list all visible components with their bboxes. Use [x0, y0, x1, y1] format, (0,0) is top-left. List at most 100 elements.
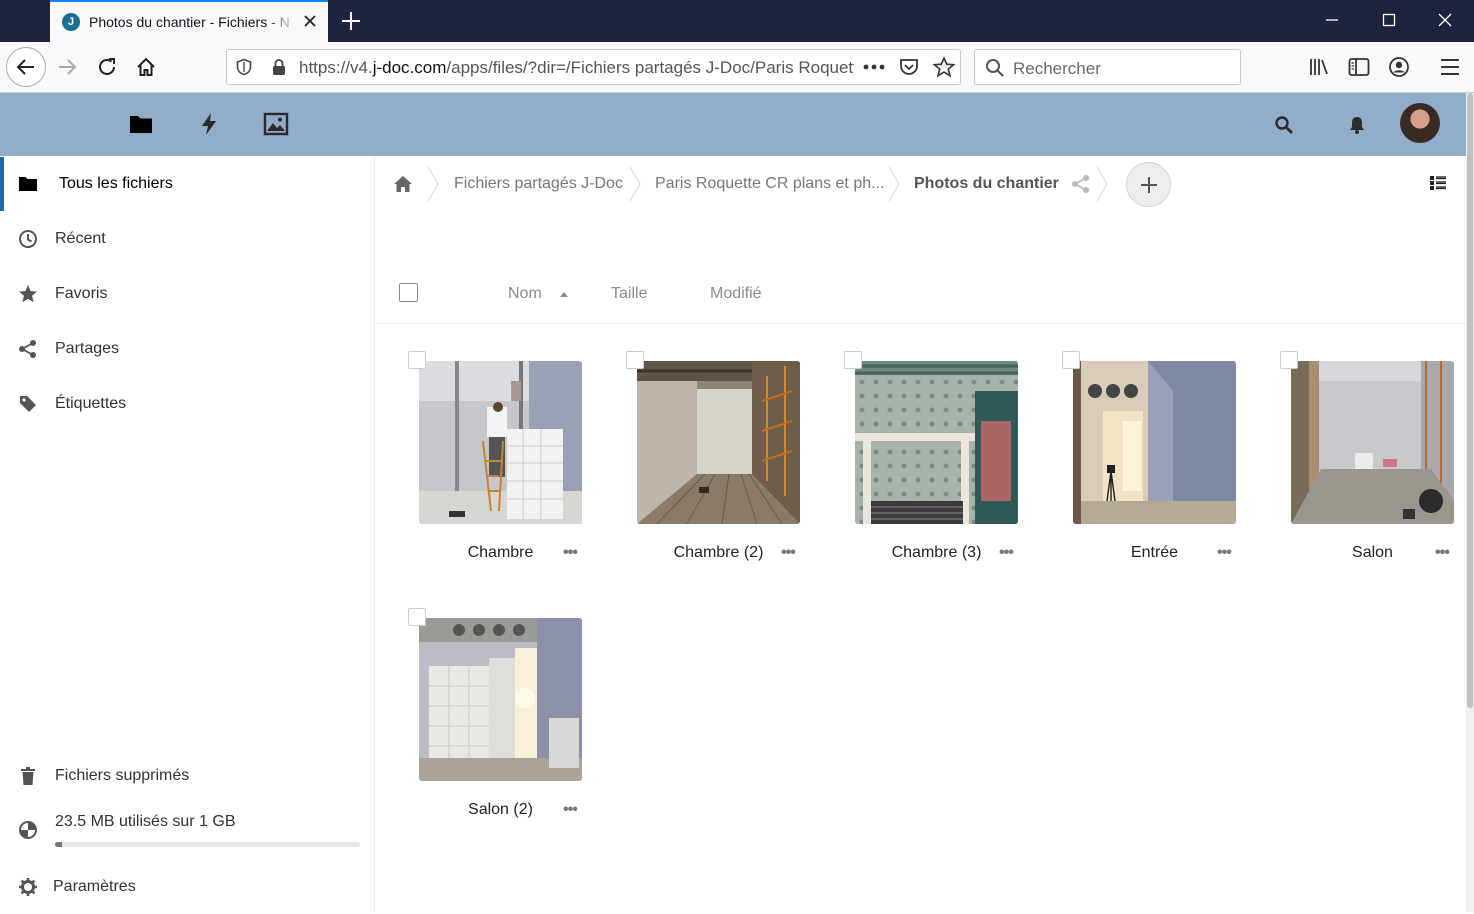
file-actions-button[interactable]: •••: [563, 801, 578, 819]
search-icon[interactable]: [1274, 115, 1294, 135]
list-view-icon[interactable]: [1429, 174, 1447, 192]
file-tile[interactable]: Chambre (2) •••: [609, 351, 800, 581]
minimize-icon[interactable]: [1324, 12, 1340, 28]
file-checkbox[interactable]: [1062, 351, 1080, 369]
file-actions-button[interactable]: •••: [1435, 544, 1450, 562]
page-actions-icon[interactable]: [863, 64, 885, 70]
sidebar-item-label: Tous les fichiers: [59, 175, 173, 192]
avatar[interactable]: [1400, 103, 1440, 143]
browser-tab[interactable]: J Photos du chantier - Fichiers - N: [50, 0, 328, 42]
forward-button[interactable]: [50, 50, 84, 84]
file-list-header: Nom Taille Modifié: [375, 266, 1466, 324]
share-icon[interactable]: [1071, 174, 1091, 194]
file-checkbox[interactable]: [408, 608, 426, 626]
files-app-button[interactable]: [128, 111, 154, 167]
image-thumbnail[interactable]: [637, 361, 800, 524]
breadcrumb-home-icon[interactable]: [393, 174, 413, 194]
address-bar[interactable]: https://v4.j-doc.com/apps/files/?dir=/Fi…: [226, 49, 961, 85]
home-button[interactable]: [129, 50, 163, 84]
trash-icon: [21, 767, 35, 785]
close-window-icon[interactable]: [1437, 12, 1453, 28]
file-actions-button[interactable]: •••: [999, 544, 1014, 562]
file-actions-button[interactable]: •••: [563, 544, 578, 562]
sidebar-item-tags[interactable]: Étiquettes: [0, 377, 374, 431]
breadcrumb-item[interactable]: Fichiers partagés J-Doc: [454, 175, 623, 193]
file-checkbox[interactable]: [626, 351, 644, 369]
file-tile[interactable]: Entrée •••: [1045, 351, 1236, 581]
file-actions-button[interactable]: •••: [1217, 544, 1232, 562]
new-file-button[interactable]: [1126, 162, 1171, 207]
pie-chart-icon: [19, 821, 37, 839]
sidebar-item-all-files[interactable]: Tous les fichiers: [0, 157, 374, 211]
breadcrumb-separator-icon: [888, 166, 900, 202]
scrollbar-thumb[interactable]: [1467, 93, 1473, 708]
file-tile[interactable]: Chambre •••: [391, 351, 582, 581]
file-tile[interactable]: Salon (2) •••: [391, 608, 582, 838]
file-tile[interactable]: Chambre (3) •••: [827, 351, 1018, 581]
sort-by-modified[interactable]: Modifié: [710, 285, 762, 303]
shield-icon[interactable]: [235, 58, 253, 76]
breadcrumb-item[interactable]: Paris Roquette CR plans et ph...: [655, 175, 884, 193]
file-name[interactable]: Chambre (3): [855, 544, 1018, 562]
lock-icon[interactable]: [271, 58, 287, 76]
sidebar-item-recent[interactable]: Récent: [0, 212, 374, 266]
sidebar-item-settings[interactable]: Paramètres: [0, 860, 374, 914]
quota-progress-fill: [55, 842, 62, 847]
photo-icon: [1073, 361, 1236, 524]
folder-icon: [130, 116, 152, 133]
image-thumbnail[interactable]: [1073, 361, 1236, 524]
file-checkbox[interactable]: [1280, 351, 1298, 369]
file-checkbox[interactable]: [844, 351, 862, 369]
url-text[interactable]: https://v4.j-doc.com/apps/files/?dir=/Fi…: [299, 58, 854, 78]
page-scrollbar[interactable]: [1466, 93, 1474, 912]
file-checkbox[interactable]: [408, 351, 426, 369]
bell-icon[interactable]: [1348, 115, 1366, 135]
folder-icon: [19, 177, 37, 191]
account-icon[interactable]: [1388, 56, 1410, 78]
file-name[interactable]: Salon (2): [419, 801, 582, 819]
maximize-icon[interactable]: [1381, 12, 1397, 28]
quota-label: 23.5 MB utilisés sur 1 GB: [55, 813, 236, 830]
library-icon[interactable]: [1308, 57, 1330, 77]
browser-tab-bar: J Photos du chantier - Fichiers - N: [0, 0, 1474, 42]
sidebar-item-trash[interactable]: Fichiers supprimés: [0, 749, 374, 803]
activity-app-button[interactable]: [196, 111, 222, 137]
search-placeholder: Rechercher: [1013, 59, 1101, 78]
sidebar-toggle-icon[interactable]: [1348, 57, 1370, 77]
file-actions-button[interactable]: •••: [781, 544, 796, 562]
pocket-icon[interactable]: [899, 57, 919, 77]
select-all-checkbox[interactable]: [399, 283, 418, 302]
sidebar-item-label: Récent: [55, 230, 106, 247]
tag-icon: [20, 396, 36, 412]
gear-icon: [19, 878, 37, 896]
image-thumbnail[interactable]: [1291, 361, 1454, 524]
new-tab-icon[interactable]: [340, 10, 362, 32]
sort-by-size[interactable]: Taille: [611, 285, 647, 303]
reload-button[interactable]: [90, 50, 124, 84]
breadcrumb-current[interactable]: Photos du chantier: [914, 175, 1059, 193]
app-header: [0, 93, 1466, 167]
sidebar-item-favorites[interactable]: Favoris: [0, 267, 374, 321]
file-name[interactable]: Chambre (2): [637, 544, 800, 562]
menu-icon[interactable]: [1439, 57, 1461, 77]
file-tile[interactable]: Salon •••: [1263, 351, 1454, 581]
photo-icon: [637, 361, 800, 524]
arrow-right-icon: [59, 59, 77, 75]
sidebar-item-label: Fichiers supprimés: [55, 767, 190, 784]
back-button[interactable]: [6, 47, 46, 87]
sidebar-item-shares[interactable]: Partages: [0, 322, 374, 376]
image-thumbnail[interactable]: [855, 361, 1018, 524]
file-name[interactable]: Salon: [1291, 544, 1454, 562]
file-name[interactable]: Entrée: [1073, 544, 1236, 562]
bookmark-star-icon[interactable]: [933, 56, 955, 78]
sidebar-item-label: Paramètres: [53, 878, 136, 895]
close-tab-icon[interactable]: [302, 13, 318, 29]
file-name[interactable]: Chambre: [419, 544, 582, 562]
sort-by-name[interactable]: Nom: [508, 285, 542, 303]
plus-icon: [1140, 176, 1157, 193]
image-thumbnail[interactable]: [419, 618, 582, 781]
gallery-app-button[interactable]: [263, 111, 289, 137]
browser-search-input[interactable]: Rechercher: [974, 49, 1241, 85]
share-icon: [19, 340, 36, 358]
image-thumbnail[interactable]: [419, 361, 582, 524]
